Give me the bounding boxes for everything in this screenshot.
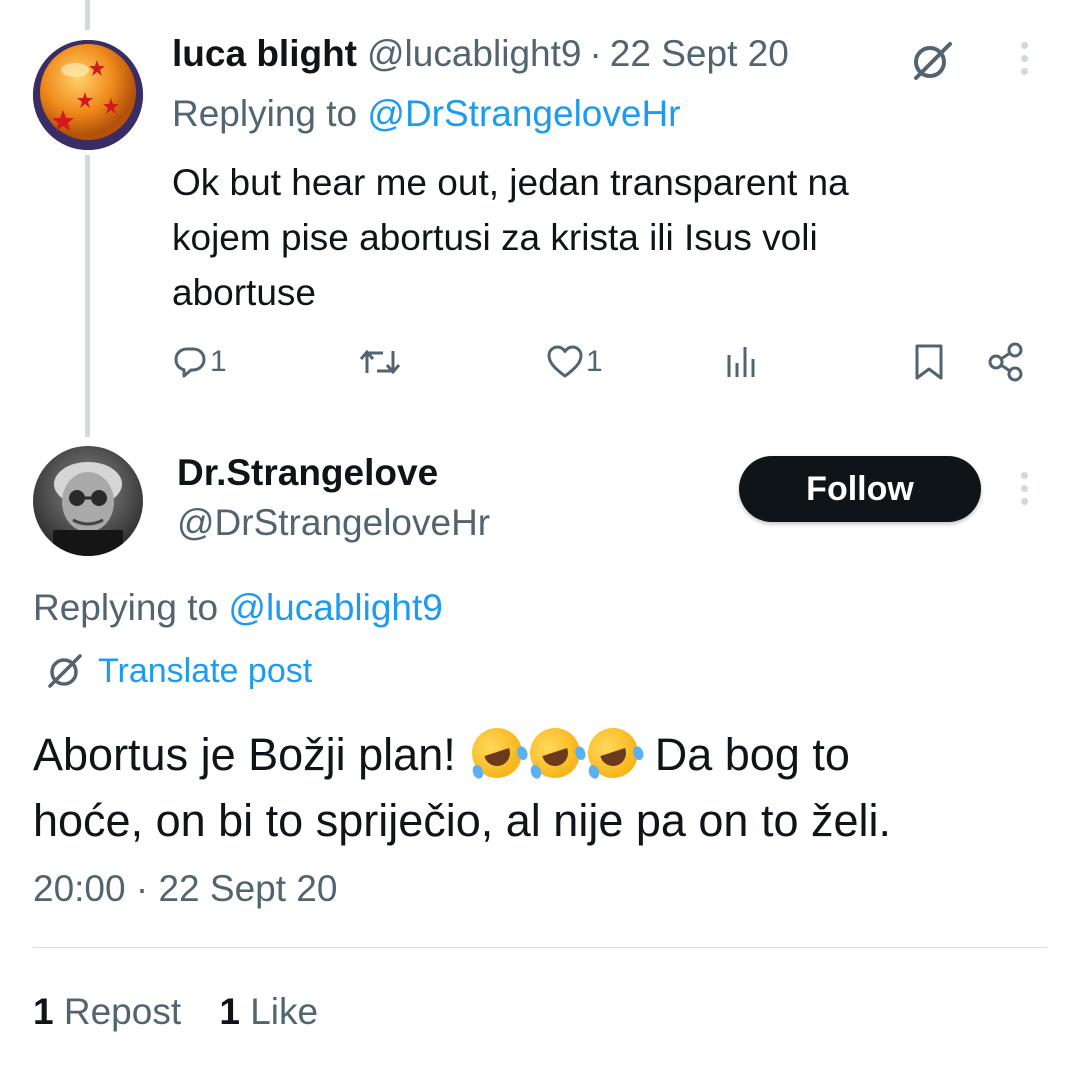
author-name[interactable]: Dr.Strangelove [177,452,438,494]
grok-icon[interactable] [908,36,956,84]
repost-stat[interactable]: 1 Repost [33,991,191,1032]
like-stat[interactable]: 1 Like [219,991,318,1032]
author-handle[interactable]: @lucablight9 [367,33,581,75]
more-icon[interactable] [1021,42,1029,81]
post-body-text: Abortus je Božji plan! [33,729,456,780]
post-body-line: Ok but hear me out, jedan transparent na [172,162,849,203]
thread-line-top [85,0,90,30]
bookmark-button[interactable] [912,342,946,387]
reply-icon [174,347,206,378]
post-body-line: abortuse [172,272,316,313]
divider [33,947,1047,948]
repost-count: 1 [33,991,54,1032]
translate-post-link[interactable]: Translate post [44,650,312,692]
like-icon [547,345,583,378]
like-label: Like [250,991,319,1032]
author-name[interactable]: luca blight [172,33,357,75]
thread-line [85,155,90,437]
repost-button[interactable] [357,343,403,386]
meta-separator: · [589,33,602,74]
like-button[interactable]: 1 [546,342,603,382]
post-body-text: hoće, on bi to spriječio, al nije pa on … [33,795,892,846]
more-icon[interactable] [1021,472,1029,511]
like-count: 1 [586,345,603,378]
portrait-avatar-image [33,446,143,556]
rolling-on-floor-laughing-emoji [581,721,645,785]
share-icon [988,342,1023,382]
post-body-line: kojem pise abortusi za krista ili Isus v… [172,217,818,258]
rolling-on-floor-laughing-emoji [523,721,587,785]
grok-icon [48,654,82,688]
avatar[interactable] [33,446,143,556]
replying-to-label: Replying to [172,93,368,134]
reply-button[interactable]: 1 [172,342,227,382]
replying-to-handle[interactable]: @lucablight9 [228,587,442,628]
avatar[interactable] [33,40,143,150]
repost-label: Repost [63,991,182,1032]
author-handle[interactable]: @DrStrangeloveHr [177,502,490,544]
replying-to-handle[interactable]: @DrStrangeloveHr [367,93,680,134]
translate-post-label: Translate post [98,651,313,690]
post-body: Ok but hear me out, jedan transparent na… [172,155,849,320]
post-body: Abortus je Božji plan! Da bog to hoće, o… [33,721,892,854]
follow-button[interactable]: Follow [739,456,981,522]
dragon-ball-avatar-image [33,40,143,150]
post-body-text: Da bog to [642,729,850,780]
post-date[interactable]: 22 Sept 20 [610,33,789,75]
bookmark-icon [915,344,943,380]
views-button[interactable] [724,343,764,386]
post-timestamp[interactable]: 20:00 · 22 Sept 20 [33,868,337,910]
share-button[interactable] [986,341,1026,388]
views-icon [727,347,755,377]
rolling-on-floor-laughing-emoji [465,721,529,785]
like-count: 1 [219,991,240,1032]
repost-icon [359,349,401,375]
replying-to-label: Replying to [33,587,229,628]
reply-count: 1 [210,345,227,378]
